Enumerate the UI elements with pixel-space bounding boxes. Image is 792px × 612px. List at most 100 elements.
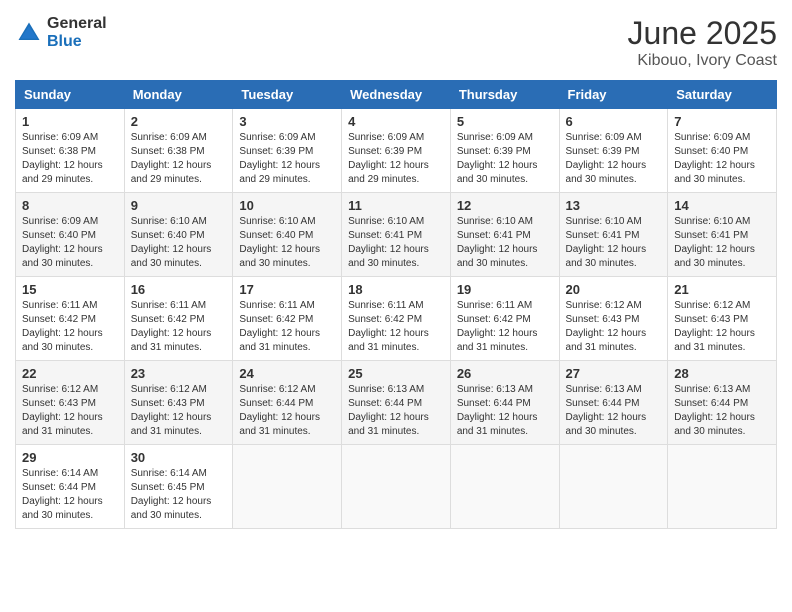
calendar-cell: 11 Sunrise: 6:10 AMSunset: 6:41 PMDayligh… <box>342 193 451 277</box>
cell-info: Sunrise: 6:12 AMSunset: 6:44 PMDaylight:… <box>239 384 320 437</box>
calendar-cell: 28 Sunrise: 6:13 AMSunset: 6:44 PMDayligh… <box>668 361 777 445</box>
weekday-header: Thursday <box>450 81 559 109</box>
day-number: 17 <box>239 282 335 297</box>
calendar-cell: 18 Sunrise: 6:11 AMSunset: 6:42 PMDayligh… <box>342 277 451 361</box>
title-area: June 2025 Kibouo, Ivory Coast <box>628 15 777 70</box>
day-number: 19 <box>457 282 553 297</box>
day-number: 4 <box>348 114 444 129</box>
cell-info: Sunrise: 6:10 AMSunset: 6:40 PMDaylight:… <box>131 216 212 269</box>
day-number: 24 <box>239 366 335 381</box>
calendar-cell: 9 Sunrise: 6:10 AMSunset: 6:40 PMDaylight… <box>124 193 233 277</box>
calendar-cell: 5Sunrise: 6:09 AMSunset: 6:39 PMDaylight… <box>450 109 559 193</box>
cell-info: Sunrise: 6:10 AMSunset: 6:41 PMDaylight:… <box>566 216 647 269</box>
calendar-cell: 21 Sunrise: 6:12 AMSunset: 6:43 PMDayligh… <box>668 277 777 361</box>
cell-info: Sunrise: 6:12 AMSunset: 6:43 PMDaylight:… <box>22 384 103 437</box>
cell-info: Sunrise: 6:11 AMSunset: 6:42 PMDaylight:… <box>348 300 429 353</box>
calendar-cell: 10 Sunrise: 6:10 AMSunset: 6:40 PMDayligh… <box>233 193 342 277</box>
cell-info: Sunrise: 6:14 AMSunset: 6:45 PMDaylight:… <box>131 468 212 521</box>
logo-blue-text: Blue <box>47 33 107 51</box>
calendar-cell: 2 Sunrise: 6:09 AMSunset: 6:38 PMDaylight… <box>124 109 233 193</box>
cell-info: Sunrise: 6:11 AMSunset: 6:42 PMDaylight:… <box>22 300 103 353</box>
day-number: 29 <box>22 450 118 465</box>
day-number: 3 <box>239 114 335 129</box>
cell-info: Sunrise: 6:10 AMSunset: 6:41 PMDaylight:… <box>348 216 429 269</box>
cell-info: Sunrise: 6:13 AMSunset: 6:44 PMDaylight:… <box>457 384 538 437</box>
cell-info: Sunrise: 6:14 AMSunset: 6:44 PMDaylight:… <box>22 468 103 521</box>
cell-info: Sunrise: 6:10 AMSunset: 6:40 PMDaylight:… <box>239 216 320 269</box>
calendar-cell: 25 Sunrise: 6:13 AMSunset: 6:44 PMDayligh… <box>342 361 451 445</box>
weekday-header: Sunday <box>16 81 125 109</box>
calendar-cell <box>233 445 342 529</box>
weekday-header: Saturday <box>668 81 777 109</box>
calendar-cell: 3 Sunrise: 6:09 AMSunset: 6:39 PMDaylight… <box>233 109 342 193</box>
day-number: 9 <box>131 198 227 213</box>
calendar-week-row: 8 Sunrise: 6:09 AMSunset: 6:40 PMDaylight… <box>16 193 777 277</box>
day-number: 7 <box>674 114 770 129</box>
day-number: 22 <box>22 366 118 381</box>
cell-info: Sunrise: 6:10 AMSunset: 6:41 PMDaylight:… <box>674 216 755 269</box>
day-number: 6 <box>566 114 662 129</box>
day-number: 2 <box>131 114 227 129</box>
calendar-cell: 22 Sunrise: 6:12 AMSunset: 6:43 PMDayligh… <box>16 361 125 445</box>
cell-info: Sunrise: 6:12 AMSunset: 6:43 PMDaylight:… <box>131 384 212 437</box>
calendar-week-row: 15 Sunrise: 6:11 AMSunset: 6:42 PMDayligh… <box>16 277 777 361</box>
logo-icon <box>15 19 43 47</box>
calendar-cell: 26 Sunrise: 6:13 AMSunset: 6:44 PMDayligh… <box>450 361 559 445</box>
day-number: 14 <box>674 198 770 213</box>
cell-info: Sunrise: 6:10 AMSunset: 6:41 PMDaylight:… <box>457 216 538 269</box>
cell-info: Sunrise: 6:09 AMSunset: 6:39 PMDaylight:… <box>457 132 538 185</box>
calendar-cell <box>559 445 668 529</box>
calendar-cell: 13 Sunrise: 6:10 AMSunset: 6:41 PMDayligh… <box>559 193 668 277</box>
day-number: 12 <box>457 198 553 213</box>
calendar-cell: 24 Sunrise: 6:12 AMSunset: 6:44 PMDayligh… <box>233 361 342 445</box>
day-number: 26 <box>457 366 553 381</box>
logo-text: General Blue <box>47 15 107 50</box>
calendar-cell: 29 Sunrise: 6:14 AMSunset: 6:44 PMDayligh… <box>16 445 125 529</box>
cell-info: Sunrise: 6:09 AMSunset: 6:39 PMDaylight:… <box>566 132 647 185</box>
weekday-header: Tuesday <box>233 81 342 109</box>
calendar-cell: 12 Sunrise: 6:10 AMSunset: 6:41 PMDayligh… <box>450 193 559 277</box>
weekday-header: Wednesday <box>342 81 451 109</box>
logo-general-text: General <box>47 15 107 33</box>
cell-info: Sunrise: 6:09 AMSunset: 6:39 PMDaylight:… <box>348 132 429 185</box>
day-number: 10 <box>239 198 335 213</box>
calendar-cell <box>450 445 559 529</box>
day-number: 13 <box>566 198 662 213</box>
cell-info: Sunrise: 6:11 AMSunset: 6:42 PMDaylight:… <box>131 300 212 353</box>
cell-info: Sunrise: 6:09 AMSunset: 6:40 PMDaylight:… <box>22 216 103 269</box>
calendar-cell: 7Sunrise: 6:09 AMSunset: 6:40 PMDaylight… <box>668 109 777 193</box>
day-number: 15 <box>22 282 118 297</box>
cell-info: Sunrise: 6:11 AMSunset: 6:42 PMDaylight:… <box>457 300 538 353</box>
cell-info: Sunrise: 6:13 AMSunset: 6:44 PMDaylight:… <box>348 384 429 437</box>
calendar-cell: 14 Sunrise: 6:10 AMSunset: 6:41 PMDayligh… <box>668 193 777 277</box>
day-number: 21 <box>674 282 770 297</box>
cell-info: Sunrise: 6:12 AMSunset: 6:43 PMDaylight:… <box>674 300 755 353</box>
weekday-header: Friday <box>559 81 668 109</box>
cell-info: Sunrise: 6:09 AMSunset: 6:39 PMDaylight:… <box>239 132 320 185</box>
day-number: 27 <box>566 366 662 381</box>
day-number: 30 <box>131 450 227 465</box>
cell-info: Sunrise: 6:11 AMSunset: 6:42 PMDaylight:… <box>239 300 320 353</box>
day-number: 8 <box>22 198 118 213</box>
logo: General Blue <box>15 15 107 50</box>
calendar-cell: 19 Sunrise: 6:11 AMSunset: 6:42 PMDayligh… <box>450 277 559 361</box>
calendar-week-row: 1Sunrise: 6:09 AMSunset: 6:38 PMDaylight… <box>16 109 777 193</box>
calendar-cell: 1Sunrise: 6:09 AMSunset: 6:38 PMDaylight… <box>16 109 125 193</box>
calendar-cell: 27 Sunrise: 6:13 AMSunset: 6:44 PMDayligh… <box>559 361 668 445</box>
weekday-header: Monday <box>124 81 233 109</box>
day-number: 25 <box>348 366 444 381</box>
location-title: Kibouo, Ivory Coast <box>628 52 777 70</box>
calendar-cell: 15 Sunrise: 6:11 AMSunset: 6:42 PMDayligh… <box>16 277 125 361</box>
calendar-cell <box>342 445 451 529</box>
calendar-cell: 17 Sunrise: 6:11 AMSunset: 6:42 PMDayligh… <box>233 277 342 361</box>
cell-info: Sunrise: 6:09 AMSunset: 6:38 PMDaylight:… <box>22 132 103 185</box>
day-number: 28 <box>674 366 770 381</box>
day-number: 18 <box>348 282 444 297</box>
calendar-cell: 23 Sunrise: 6:12 AMSunset: 6:43 PMDayligh… <box>124 361 233 445</box>
cell-info: Sunrise: 6:13 AMSunset: 6:44 PMDaylight:… <box>566 384 647 437</box>
day-number: 11 <box>348 198 444 213</box>
day-number: 23 <box>131 366 227 381</box>
calendar-cell <box>668 445 777 529</box>
cell-info: Sunrise: 6:13 AMSunset: 6:44 PMDaylight:… <box>674 384 755 437</box>
cell-info: Sunrise: 6:09 AMSunset: 6:38 PMDaylight:… <box>131 132 212 185</box>
